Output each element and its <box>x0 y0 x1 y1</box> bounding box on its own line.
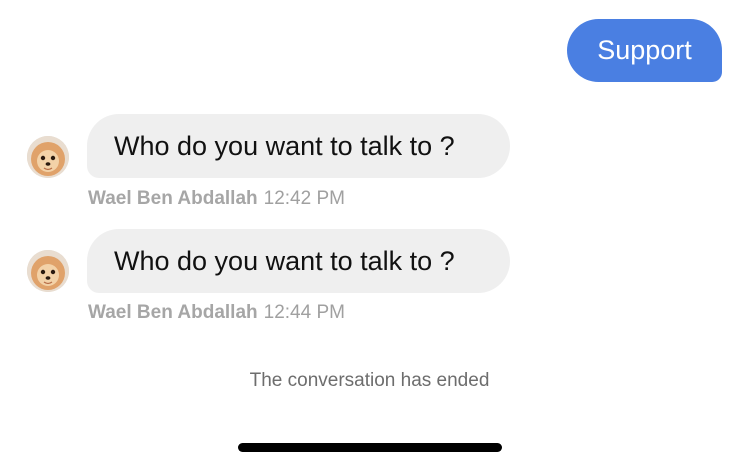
pomeranian-dog-avatar-icon <box>27 250 69 292</box>
outgoing-message-bubble[interactable]: Support <box>567 19 722 82</box>
sender-name: Wael Ben Abdallah <box>88 302 258 323</box>
message-time: 12:44 PM <box>263 302 345 323</box>
outgoing-message-text: Support <box>597 35 692 65</box>
pomeranian-dog-avatar-icon <box>27 136 69 178</box>
incoming-message-text: Who do you want to talk to ? <box>114 130 455 161</box>
conversation-ended-notice: The conversation has ended <box>249 370 490 391</box>
message-time: 12:42 PM <box>263 188 345 209</box>
sender-name: Wael Ben Abdallah <box>88 188 258 209</box>
incoming-message-bubble[interactable]: Who do you want to talk to ? <box>87 229 510 293</box>
message-meta: Wael Ben Abdallah 12:42 PM <box>88 188 345 210</box>
incoming-message-bubble[interactable]: Who do you want to talk to ? <box>87 114 510 178</box>
sender-avatar[interactable] <box>27 250 69 292</box>
sender-avatar[interactable] <box>27 136 69 178</box>
message-meta: Wael Ben Abdallah 12:44 PM <box>88 302 345 324</box>
home-indicator[interactable] <box>238 443 502 452</box>
incoming-message-text: Who do you want to talk to ? <box>114 245 455 276</box>
